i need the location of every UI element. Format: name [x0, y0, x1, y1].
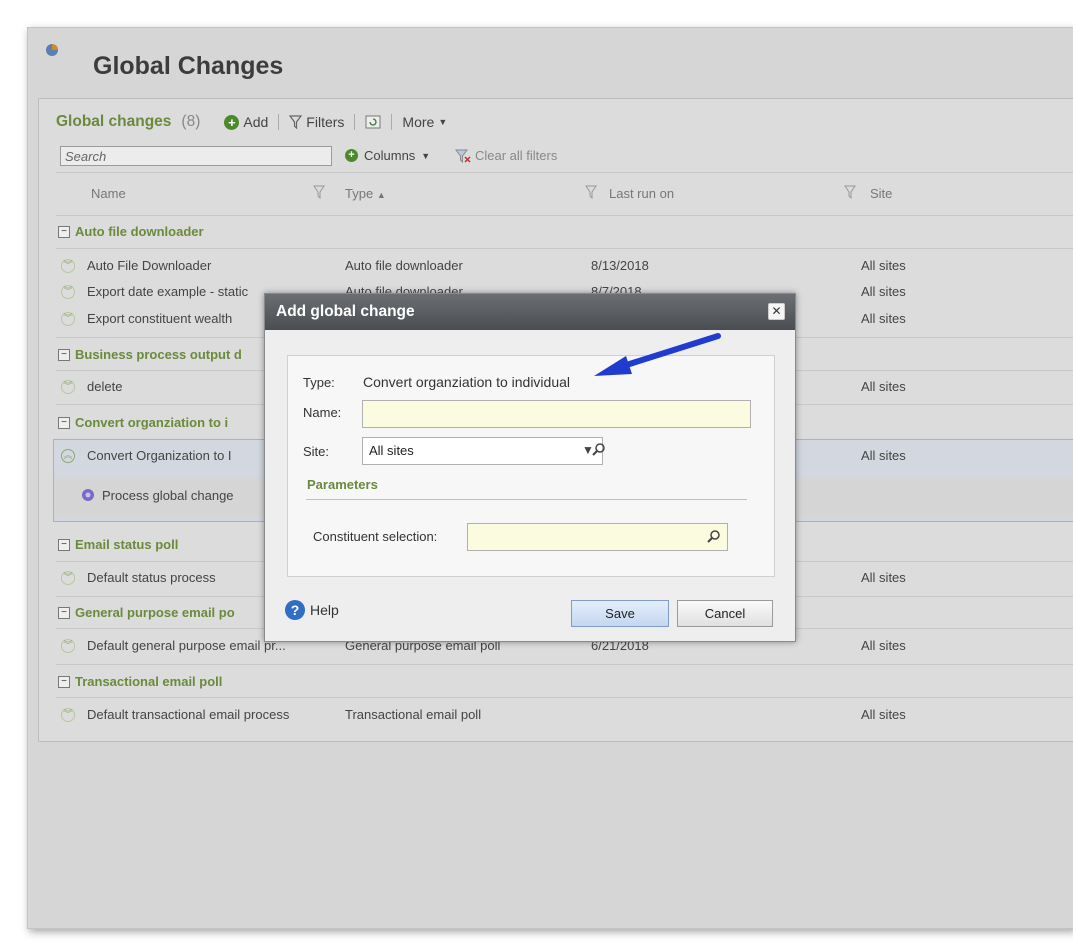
expand-icon[interactable]: ︾	[61, 312, 75, 326]
columns-button[interactable]: + Columns ▼	[345, 148, 430, 163]
expand-icon[interactable]: ︾	[61, 708, 75, 722]
divider	[306, 499, 747, 500]
table-row[interactable]: ︾ Default transactional email process Tr…	[56, 702, 1073, 727]
type-label: Type:	[303, 375, 335, 390]
parameters-heading: Parameters	[307, 477, 378, 492]
collapse-icon[interactable]: −	[58, 676, 70, 688]
plus-icon: +	[345, 149, 358, 162]
divider	[391, 114, 393, 130]
list-title: Global changes	[56, 113, 172, 130]
more-label: More	[402, 114, 435, 130]
divider	[354, 114, 356, 130]
group-header[interactable]: − Convert organziation to i	[58, 412, 228, 434]
type-value: Convert organziation to individual	[363, 374, 571, 390]
refresh-button[interactable]	[365, 115, 381, 129]
filter-icon	[289, 115, 303, 129]
divider	[56, 248, 1073, 249]
clear-filters-button[interactable]: Clear all filters	[455, 148, 557, 163]
filter-icon[interactable]	[585, 185, 597, 199]
cancel-button[interactable]: Cancel	[677, 600, 773, 627]
help-icon: ?	[285, 600, 305, 620]
collapse-icon[interactable]: −	[58, 539, 70, 551]
collapse-icon[interactable]: −	[58, 607, 70, 619]
group-header[interactable]: − General purpose email po	[58, 602, 235, 624]
filters-label: Filters	[306, 114, 345, 130]
columns-label: Columns	[364, 148, 416, 163]
clear-filter-icon	[455, 149, 471, 163]
collapse-icon[interactable]: −	[58, 417, 70, 429]
group-header[interactable]: − Transactional email poll	[58, 671, 222, 693]
collapse-icon[interactable]: −	[58, 349, 70, 361]
list-count: (8)	[181, 113, 201, 130]
toolbar: Global changes (8) + Add Filters More ▼	[56, 112, 447, 132]
refresh-icon	[365, 115, 381, 129]
divider	[278, 114, 280, 130]
group-header[interactable]: − Email status poll	[58, 534, 178, 556]
group-header[interactable]: − Auto file downloader	[58, 221, 204, 243]
column-header-site[interactable]: Site	[870, 186, 892, 201]
add-button[interactable]: + Add	[224, 114, 268, 130]
name-field[interactable]	[362, 400, 751, 428]
search-icon[interactable]	[707, 529, 721, 543]
dialog-title: Add global change	[265, 294, 795, 330]
more-menu[interactable]: More ▼	[402, 114, 447, 130]
divider	[56, 697, 1073, 698]
filters-button[interactable]: Filters	[289, 114, 344, 130]
group-header[interactable]: − Business process output d	[58, 344, 242, 366]
search-icon[interactable]	[592, 442, 606, 456]
add-label: Add	[243, 114, 269, 130]
column-header-last-run[interactable]: Last run on	[609, 186, 674, 201]
collapse-row-icon[interactable]: ︽	[61, 449, 75, 463]
site-select[interactable]: All sites	[362, 437, 603, 465]
expand-icon[interactable]: ︾	[61, 380, 75, 394]
filter-icon[interactable]	[313, 185, 325, 199]
save-button[interactable]: Save	[571, 600, 669, 627]
site-label: Site:	[303, 444, 330, 459]
close-icon[interactable]: ✕	[768, 303, 785, 320]
constituent-selection-label: Constituent selection:	[313, 529, 438, 544]
search-input[interactable]: Search	[60, 146, 332, 166]
caret-down-icon: ▼	[438, 117, 448, 127]
expand-icon[interactable]: ︾	[61, 285, 75, 299]
table-row[interactable]: ︾ Auto File Downloader Auto file downloa…	[56, 253, 1073, 278]
plus-icon: +	[224, 114, 240, 130]
global-change-icon	[46, 44, 58, 56]
annotation-arrow-icon	[594, 333, 721, 376]
help-link[interactable]: ? Help	[285, 600, 339, 620]
name-label: Name:	[303, 405, 342, 420]
caret-down-icon: ▼	[421, 150, 431, 161]
column-header-name[interactable]: Name	[91, 186, 126, 201]
page-title: Global Changes	[93, 52, 284, 80]
collapse-icon[interactable]: −	[58, 226, 70, 238]
column-header-type[interactable]: Type ▲	[345, 186, 386, 201]
process-global-change-button[interactable]: Process global change	[80, 487, 234, 503]
expand-icon[interactable]: ︾	[61, 259, 75, 273]
expand-icon[interactable]: ︾	[61, 571, 75, 585]
filter-icon[interactable]	[844, 185, 856, 199]
constituent-selection-field[interactable]	[467, 523, 728, 551]
gear-icon	[82, 489, 94, 501]
divider	[56, 664, 1073, 665]
table-header: Name Type ▲ Last run on Site	[56, 172, 1073, 216]
clear-filters-label: Clear all filters	[475, 148, 558, 163]
expand-icon[interactable]: ︾	[61, 639, 75, 653]
